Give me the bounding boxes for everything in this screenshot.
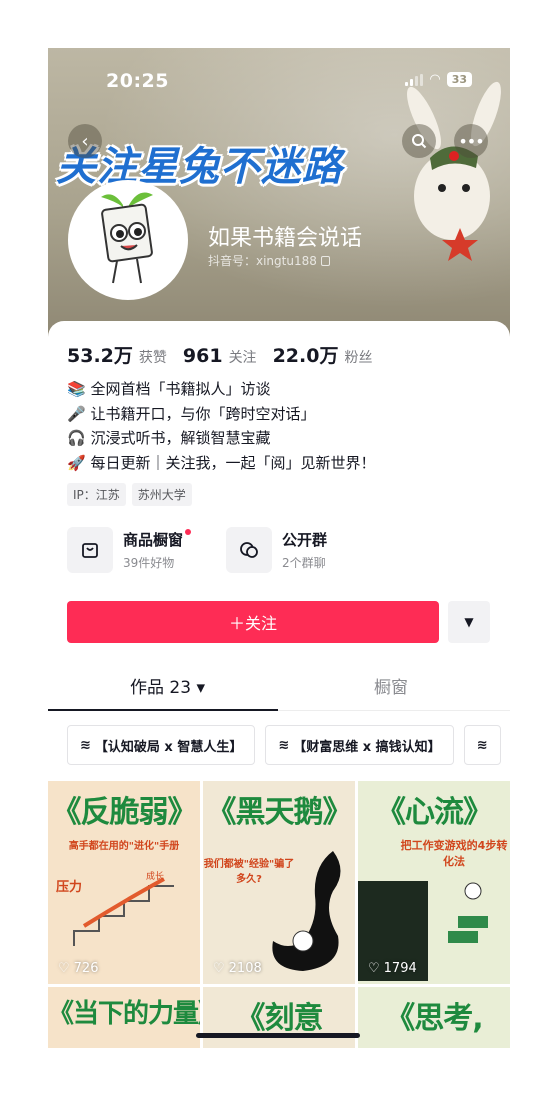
- shop-window-count: 39件好物: [123, 556, 175, 570]
- content-tabs: 作品 23 ▾ 橱窗: [48, 661, 510, 711]
- books-icon: 📚: [67, 380, 86, 398]
- following-count[interactable]: 961: [183, 345, 223, 367]
- layers-icon: ≋: [80, 737, 91, 753]
- search-icon: [412, 134, 427, 149]
- tab-works[interactable]: 作品 23 ▾: [130, 673, 205, 698]
- shop-window-title: 商品橱窗: [123, 531, 184, 549]
- follow-button[interactable]: ＋关注: [67, 601, 439, 643]
- following-label: 关注: [228, 350, 257, 366]
- stairs-illustration: 压力 成长: [56, 870, 174, 946]
- video-card[interactable]: 《思考,: [358, 987, 510, 1048]
- followers-label: 粉丝: [344, 350, 373, 366]
- video-card[interactable]: 《反脆弱》 高手都在用的"进化"手册 压力 成长 ♡ 726: [48, 781, 200, 984]
- profile-bio: 📚 全网首档「书籍拟人」访谈 🎤 让书籍开口，与你「跨时空对话」 🎧 沉浸式听书…: [67, 377, 375, 475]
- rocket-icon: 🚀: [67, 453, 86, 472]
- video-card[interactable]: 《心流》 把工作变游戏的4步转化法 ♡ 1794: [358, 781, 510, 984]
- shopping-bag-icon: [67, 527, 113, 573]
- bio-line: 🎤 让书籍开口，与你「跨时空对话」: [67, 404, 316, 423]
- active-tab-indicator: [48, 709, 278, 711]
- video-title: 《黑天鹅》: [206, 795, 353, 830]
- douyin-id-row[interactable]: 抖音号：xingtu188: [208, 252, 330, 269]
- search-button[interactable]: [402, 124, 436, 158]
- home-indicator[interactable]: [196, 1033, 360, 1038]
- video-title: 《刻意: [235, 1001, 324, 1036]
- profile-card: 53.2万 获赞 961 关注 22.0万 粉丝 📚 全网首档「书籍拟人」访谈 🎤 让…: [48, 321, 510, 1048]
- video-title: 《反脆弱》: [51, 795, 198, 830]
- caret-down-icon: ▼: [464, 615, 474, 629]
- public-group-count: 2个群聊: [282, 556, 326, 570]
- copy-icon[interactable]: [320, 255, 330, 266]
- layers-icon: ≋: [278, 737, 290, 753]
- profile-screen: 20:25 ◠ 33 关注星兔不迷路 ‹ ••• 如果书籍会说话 抖音号：xin…: [48, 48, 510, 1048]
- profile-nickname: 如果书籍会说话: [208, 226, 363, 251]
- video-grid: 《反脆弱》 高手都在用的"进化"手册 压力 成长 ♡ 726 《黑天鹅》 我们都被…: [48, 781, 510, 1048]
- video-title: 《心流》: [376, 795, 493, 830]
- bio-line: 📚 全网首档「书籍拟人」访谈: [67, 380, 271, 398]
- chevron-left-icon: ‹: [81, 130, 89, 152]
- public-group-entry[interactable]: 公开群 2个群聊: [226, 527, 327, 573]
- school-tag[interactable]: 苏州大学: [131, 483, 192, 506]
- likes-count[interactable]: 53.2万: [67, 341, 133, 368]
- video-title: 《思考,: [385, 1001, 483, 1036]
- video-card[interactable]: 《当下的力量》: [48, 987, 200, 1048]
- public-group-title: 公开群: [282, 531, 328, 549]
- more-dots-icon: •••: [458, 131, 484, 151]
- collection-chip[interactable]: ≋ 【财富思维 x 搞钱认知】: [265, 725, 454, 765]
- svg-text:压力: 压力: [56, 879, 82, 895]
- headphones-icon: 🎧: [67, 429, 86, 447]
- followers-count[interactable]: 22.0万: [273, 341, 339, 368]
- likes-counter: ♡ 1794: [368, 961, 417, 976]
- douyin-id: 抖音号：xingtu188: [208, 254, 317, 268]
- profile-tags: IP：江苏 苏州大学: [67, 483, 192, 506]
- collection-chips: ≋ 【认知破局 x 智慧人生】 ≋ 【财富思维 x 搞钱认知】 ≋: [67, 725, 501, 765]
- book-mascot-avatar-icon: [71, 183, 185, 297]
- heart-icon: ♡: [368, 961, 380, 976]
- chat-bubbles-icon: [226, 527, 272, 573]
- likes-label: 获赞: [138, 350, 167, 366]
- video-card[interactable]: 《刻意: [203, 987, 355, 1048]
- tab-shop-window[interactable]: 橱窗: [374, 673, 408, 698]
- video-title: 《当下的力量》: [48, 999, 200, 1029]
- video-card[interactable]: 《黑天鹅》 我们都被"经验"骗了多久? ♡ 2108: [203, 781, 355, 984]
- rabbit-mascot-illustration: [407, 81, 501, 261]
- bio-line: 🎧 沉浸式听书，解锁智慧宝藏: [67, 429, 271, 447]
- recommend-dropdown-button[interactable]: ▼: [448, 601, 490, 643]
- bio-line: 🚀 每日更新｜关注我，一起「阅」见新世界！: [67, 453, 376, 472]
- new-dot-badge: [185, 529, 192, 535]
- shop-window-entry[interactable]: 商品橱窗 39件好物: [67, 527, 192, 573]
- heart-icon: ♡: [213, 961, 225, 976]
- profile-stats: 53.2万 获赞 961 关注 22.0万 粉丝: [67, 341, 382, 368]
- avatar[interactable]: [68, 180, 188, 300]
- status-time: 20:25: [106, 70, 169, 92]
- video-subtitle: 高手都在用的"进化"手册: [68, 841, 180, 852]
- profile-banner: 20:25 ◠ 33 关注星兔不迷路 ‹ ••• 如果书籍会说话 抖音号：xin…: [48, 48, 510, 338]
- layers-icon: ≋: [476, 737, 488, 753]
- svg-text:成长: 成长: [146, 870, 164, 882]
- black-swan-illustration: [272, 851, 341, 971]
- ip-location-tag: IP：江苏: [67, 483, 126, 506]
- collection-chip[interactable]: ≋ 【认知破局 x 智慧人生】: [67, 725, 256, 765]
- heart-icon: ♡: [58, 961, 70, 976]
- likes-counter: ♡ 726: [58, 961, 99, 976]
- microphone-icon: 🎤: [67, 404, 86, 423]
- back-button[interactable]: ‹: [68, 124, 102, 158]
- follow-button-label: ＋关注: [228, 614, 277, 633]
- collection-chip[interactable]: ≋: [463, 725, 501, 765]
- likes-counter: ♡ 2108: [213, 961, 262, 976]
- more-options-button[interactable]: •••: [454, 124, 488, 158]
